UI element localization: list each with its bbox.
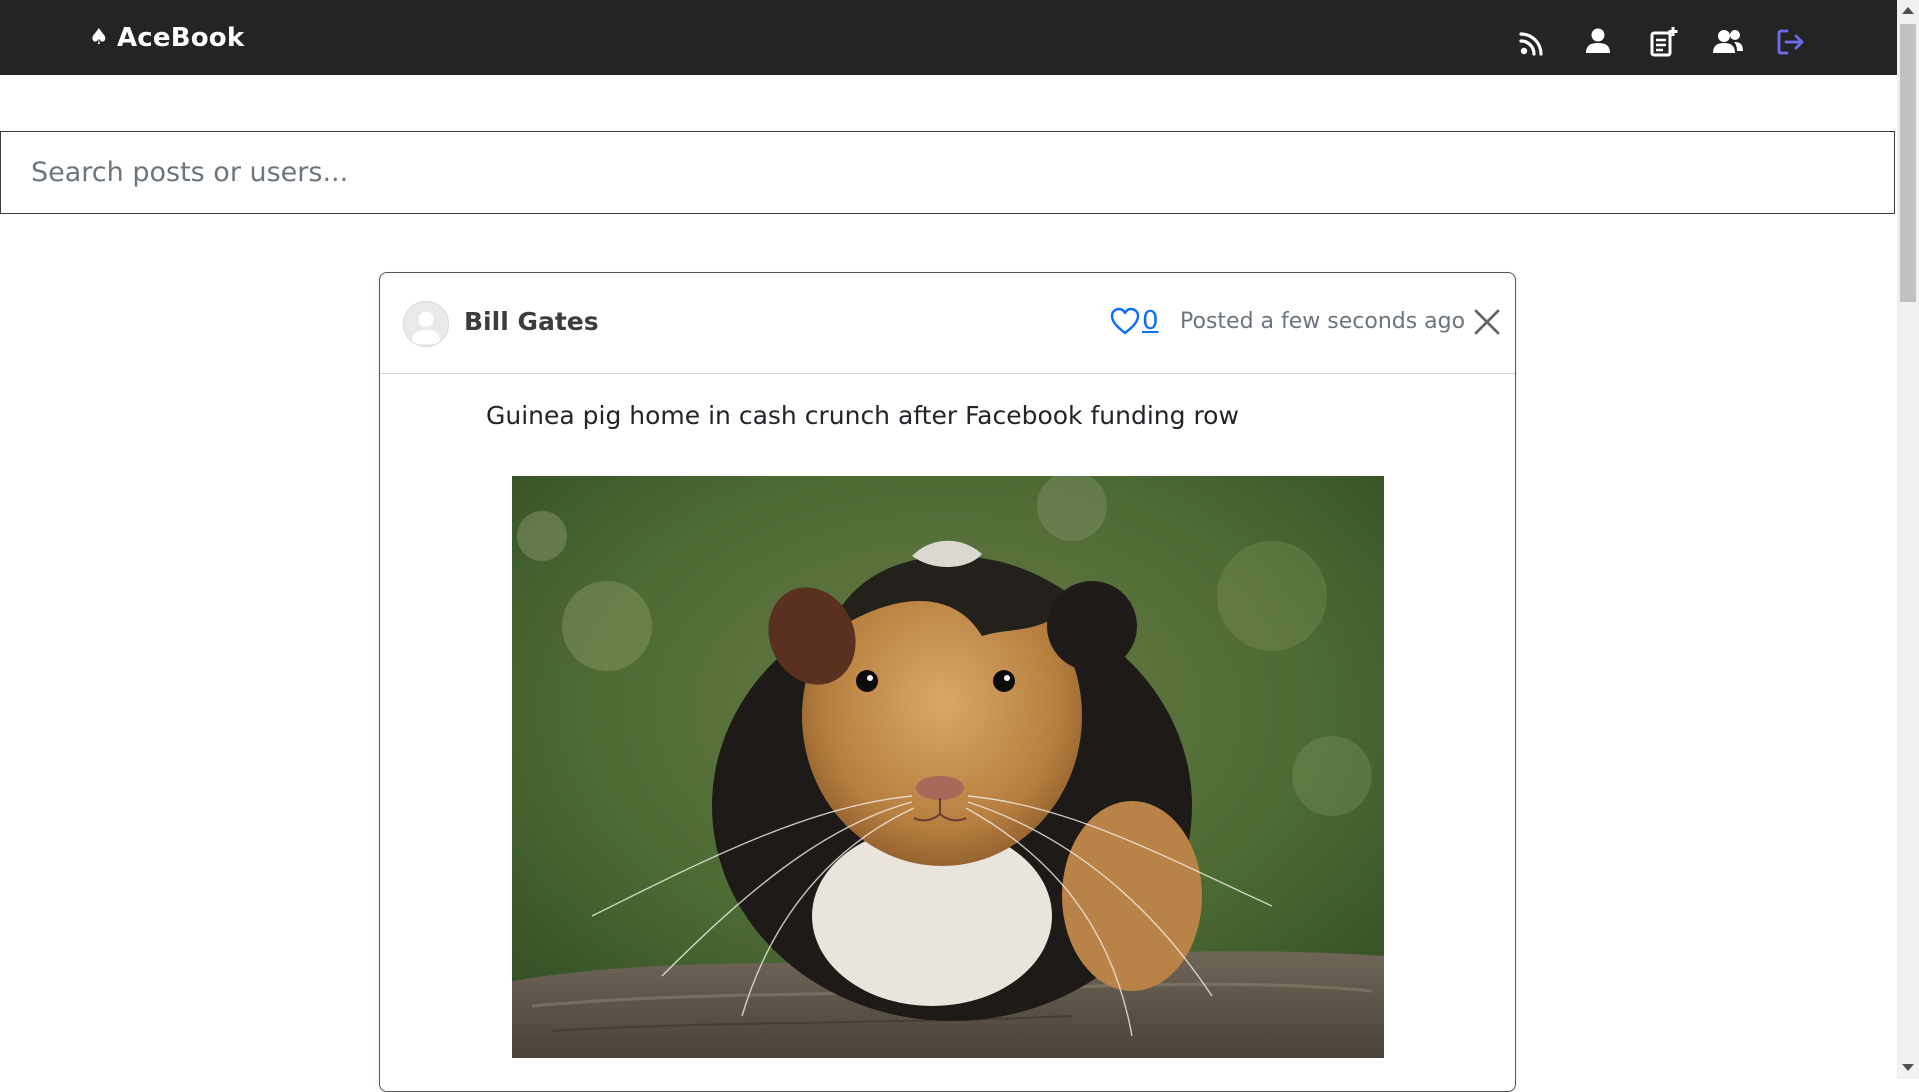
rss-icon[interactable]	[1515, 24, 1551, 60]
like-button[interactable]: 0	[1109, 306, 1159, 336]
nav-icons	[0, 24, 1897, 60]
close-icon[interactable]	[1471, 306, 1503, 338]
post-author[interactable]: Bill Gates	[464, 307, 599, 336]
scroll-up-icon[interactable]	[1902, 7, 1914, 14]
user-icon[interactable]	[1580, 24, 1616, 60]
users-icon[interactable]	[1710, 24, 1746, 60]
search-bar	[0, 131, 1895, 214]
post-timestamp: Posted a few seconds ago	[1180, 309, 1466, 334]
search-input[interactable]	[1, 132, 1894, 213]
post-text: Guinea pig home in cash crunch after Fac…	[486, 401, 1239, 430]
guinea-pig-photo	[512, 476, 1384, 1058]
scroll-down-icon[interactable]	[1902, 1064, 1914, 1071]
scroll-thumb[interactable]	[1900, 24, 1916, 302]
like-count[interactable]: 0	[1142, 306, 1159, 336]
logout-icon[interactable]	[1773, 24, 1809, 60]
heart-icon	[1110, 307, 1140, 335]
add-post-icon[interactable]	[1645, 24, 1681, 60]
page-scrollbar[interactable]	[1897, 0, 1919, 1079]
post-header: Bill Gates 0 Posted a few seconds ago	[380, 273, 1515, 374]
default-avatar-icon[interactable]	[403, 301, 449, 347]
post-card: Bill Gates 0 Posted a few seconds ago Gu…	[379, 272, 1516, 1092]
post-image	[512, 476, 1384, 1058]
navbar: ♠ AceBook	[0, 0, 1897, 75]
